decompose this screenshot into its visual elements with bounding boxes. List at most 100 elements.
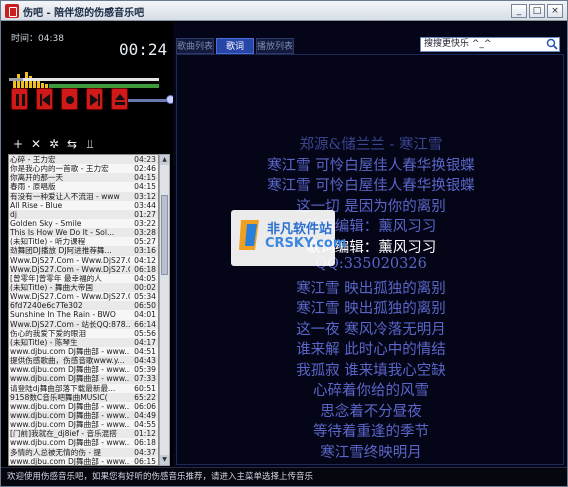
watermark-line2: CRSKY.com [265,236,347,251]
playlist-item-duration: 03:44 [134,200,156,210]
playlist-item[interactable]: www.djbu.com DJ舞曲部 - www... 06:06 [9,401,158,411]
playlist-item-duration: 03:22 [134,218,156,228]
playlist-item[interactable]: 春雨 - 原唱版 04:15 [9,182,158,192]
playlist-item-duration: 06:50 [134,301,156,311]
playlist-item[interactable]: www.djbu.com DJ舞曲部 - www... 06:15 [9,456,158,466]
playlist-item-duration: 05:27 [134,237,156,247]
search-icon[interactable] [546,38,558,50]
playlist-item[interactable]: (未知Title) - 舞曲大帝国 00:02 [9,283,158,292]
playlist-item[interactable]: 你离开的那一天 04:15 [9,173,158,182]
playlist-item[interactable]: 有没有一种爱让人不流泪 - www 03:12 [9,192,158,201]
playlist-item-duration: 04:01 [134,310,156,320]
playlist-item[interactable]: (未知Title) - 听力课程 05:27 [9,237,158,247]
scroll-up-icon[interactable]: ▲ [160,155,169,165]
playlist-item[interactable]: www.djbu.com DJ舞曲部 - www... 04:51 [9,346,158,357]
playlist-item[interactable]: 你是我心内的一首歌 - 王力宏 02:46 [9,164,158,174]
equalizer-icon[interactable]: ⫫ [83,137,97,151]
watermark-logo: 非凡软件站 CRSKY.com [231,210,346,266]
playlist-item-title: Golden Sky - Smile [10,218,82,228]
playlist-item-title: (未知Title) - 陈琴生 [10,337,78,347]
playlist-item-duration: 05:39 [134,365,156,375]
playlist-item[interactable]: 伤心的我爱下爱的眼泪 05:56 [9,328,158,338]
playlist-item-title: Sunshine In The Rain - BWO [10,310,116,320]
playlist-item-duration: 00:02 [134,282,156,292]
pause-button[interactable] [11,88,28,110]
playlist-item[interactable]: www.djbu.com DJ舞曲部 - www... 07:33 [9,374,158,383]
playlist-item[interactable]: 6fd7240e6c7Te302 06:50 [9,301,158,310]
maximize-button[interactable]: □ [529,4,545,18]
playlist-item-duration: 04:55 [134,420,156,430]
playlist-item-title: www.djbu.com DJ舞曲部 - www... [10,401,130,411]
playlist-scrollbar[interactable]: ▲ ▼ [159,154,170,466]
lyric-line: 郑源&储兰兰 - 寒江雪 [299,137,443,153]
playlist-item[interactable]: All Rise - Blue 03:44 [9,200,158,210]
playlist-item[interactable]: (未知Title) - 陈琴生 04:17 [9,338,158,347]
playlist-item[interactable]: www.djbu.com DJ舞曲部 - www... 06:18 [9,438,158,448]
playlist: 心碎 - 王力宏 04:23 你是我心内的一首歌 - 王力宏 02:46 你离开的那一天… [8,154,159,466]
playlist-item[interactable]: Sunshine In The Rain - BWO 04:01 [9,310,158,320]
lyric-line: 寒江雪 映出孤独的离别 [296,301,446,317]
playlist-item[interactable]: [曾零年]曾零年 最幸福的人 04:05 [9,273,158,283]
playlist-item-title: 心碎 - 王力宏 [10,155,56,164]
scroll-down-icon[interactable]: ▼ [160,455,169,465]
lyric-line: 寒江雪 可怜白屋佳人春华换银蝶 [267,157,475,174]
lyric-line: 闹风雪 惊门不外可有相坊来的人 [177,461,563,464]
playlist-item[interactable]: This Is How We Do It - Sol... 03:28 [9,228,158,237]
search-input[interactable]: 搜搜更快乐 ^_^ [420,37,560,52]
seek-bar[interactable] [9,78,159,81]
minimize-button[interactable]: _ [511,4,527,18]
playlist-item[interactable]: 劲舞团DJ播放 DJ阿进推荐舞... 03:16 [9,246,158,255]
watermark-line1: 非凡软件站 [267,222,333,237]
lyric-line: 思念着不分昼夜 [320,403,422,420]
playlist-item[interactable]: Www.DjS27.Com - Www.DjS27.Com 06:18 [9,265,158,274]
tab-song-list[interactable]: 歌曲列表 [176,38,214,54]
tab-playlist[interactable]: 播放列表 [256,38,294,54]
playlist-item-duration: 04:15 [134,173,156,183]
playlist-item-duration: 04:12 [134,255,156,265]
playlist-item-title: 伤心的我爱下爱的眼泪 [10,328,86,338]
playlist-item[interactable]: Www.DjS27.Com - Www.DjS27.Com 04:12 [9,255,158,265]
close-button[interactable]: × [547,4,563,18]
playlist-item[interactable]: Www.DjS27.Com - 站长QQ:878... 66:14 [9,320,158,329]
playlist-item[interactable]: 心碎 - 王力宏 04:23 [9,155,158,164]
playlist-item-duration: 04:17 [134,337,156,347]
playlist-item-duration: 05:34 [134,292,156,302]
playlist-item-title: 多情的人总被无情的伤 - 提 [10,447,102,457]
playlist-item-duration: 60:51 [134,383,156,393]
playlist-item-title: www.djbu.com DJ舞曲部 - www... [10,410,130,420]
loop-icon[interactable]: ⇆ [65,137,79,151]
playlist-item-title: Www.DjS27.Com - Www.DjS27.Com [10,255,130,265]
eject-button[interactable] [111,88,128,110]
total-time-label: 时间：04:38 [11,34,64,44]
playlist-item[interactable]: Golden Sky - Smile 03:22 [9,218,158,229]
delete-icon[interactable]: ✕ [29,137,43,151]
lyric-line: 这一夜 寒风冷落无明月 [296,321,446,338]
playlist-item-title: Www.DjS27.Com - 站长QQ:878... [10,319,130,329]
previous-button[interactable] [36,88,53,110]
playlist-item[interactable]: Www.DjS27.Com - Www.DjS27.Com 05:34 [9,292,158,302]
playlist-item[interactable]: www.djbu.com DJ舞曲部 - www... 04:55 [9,420,158,430]
playlist-item[interactable]: 提供伤感歌曲，伤感音歌www.y... 04:43 [9,356,158,365]
scroll-thumb[interactable] [161,195,168,275]
tab-lyrics[interactable]: 歌词 [216,38,254,54]
playlist-item-title: 你是我心内的一首歌 - 王力宏 [10,164,109,174]
window-title: 伤吧 - 陪伴您的伤感音乐吧 [23,8,145,19]
playlist-item[interactable]: www.djbu.com DJ舞曲部 - www... 04:49 [9,411,158,420]
next-button[interactable] [86,88,103,110]
playlist-item[interactable]: 9158数C音乐吧舞曲MUSIC(65:22 [9,393,158,402]
playlist-item-duration: 07:33 [134,374,156,384]
playlist-item[interactable]: [门前]我就在_dj8ief - 音乐混搭 01:12 [9,429,158,438]
playlist-item-duration: 04:49 [134,410,156,420]
settings-icon[interactable]: ✲ [47,137,61,151]
status-bar: 欢迎使用伤感音乐吧，如果您有好听的伤感音乐推荐，请进入主菜单选择上传音乐 [1,467,567,486]
playlist-item-duration: 03:16 [134,246,156,256]
playlist-item[interactable]: 多情的人总被无情的伤 - 提 04:37 [9,448,158,457]
playlist-item[interactable]: dj 01:27 [9,210,158,219]
playlist-item[interactable]: www.djbu.com DJ舞曲部 - www... 05:39 [9,365,158,375]
stop-button[interactable] [61,88,78,110]
playlist-item[interactable]: 请登陆dj舞曲部落下载最新最... 60:51 [9,383,158,393]
playlist-item-duration: 06:15 [134,456,156,466]
add-icon[interactable]: + [11,137,25,151]
playlist-item-duration: 01:27 [134,209,156,219]
playlist-item-duration: 04:23 [134,155,156,164]
